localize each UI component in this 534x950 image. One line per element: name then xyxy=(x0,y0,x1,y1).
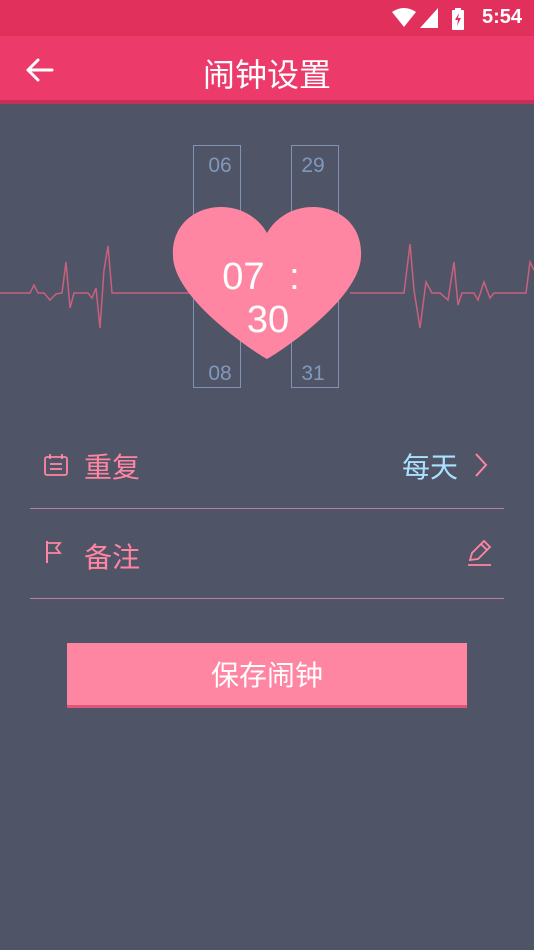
save-alarm-button[interactable]: 保存闹钟 xyxy=(67,643,467,705)
hour-prev[interactable]: 06 xyxy=(196,154,244,178)
time-separator: : xyxy=(289,256,300,298)
minute-prev[interactable]: 29 xyxy=(289,154,337,178)
selected-time: 07 : 30 xyxy=(196,256,340,342)
hour-current[interactable]: 07 xyxy=(222,256,264,299)
chevron-right-icon xyxy=(475,453,488,477)
time-picker: 06 29 08 31 07 : 30 xyxy=(0,0,534,400)
calendar-icon xyxy=(44,454,68,476)
repeat-row[interactable]: 重复 每天 xyxy=(30,420,504,509)
repeat-value: 每天 xyxy=(401,451,458,484)
edit-pencil-icon[interactable] xyxy=(466,540,492,566)
hour-next[interactable]: 08 xyxy=(196,362,244,386)
minute-current[interactable]: 30 xyxy=(247,299,289,342)
note-label: 备注 xyxy=(84,541,141,574)
minute-next[interactable]: 31 xyxy=(289,362,337,386)
note-row[interactable]: 备注 xyxy=(30,510,504,599)
flag-icon xyxy=(46,541,62,563)
repeat-label: 重复 xyxy=(84,451,141,484)
